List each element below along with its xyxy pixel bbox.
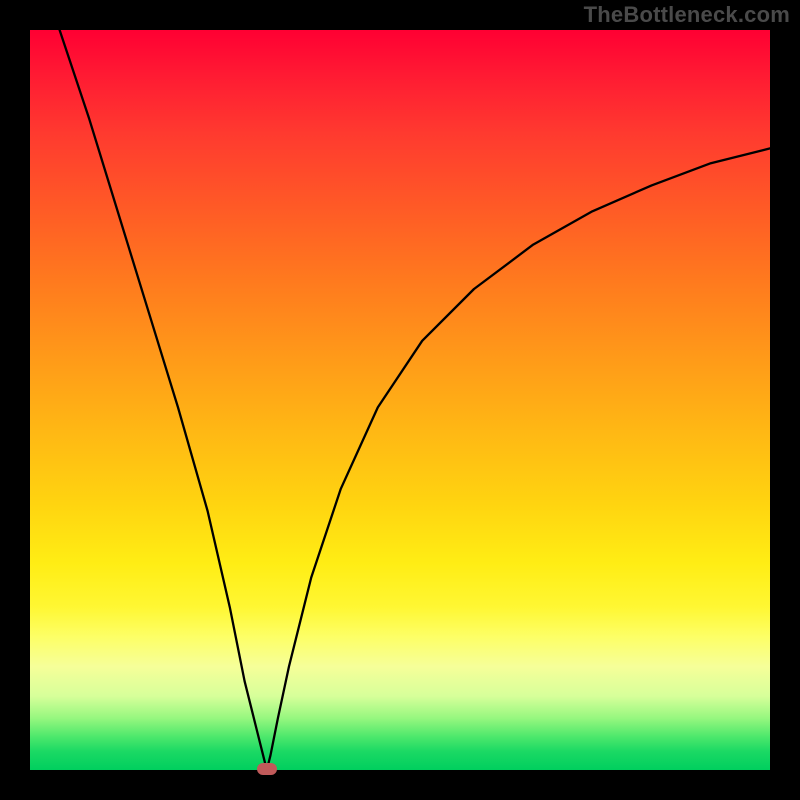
bottleneck-marker	[257, 763, 277, 775]
watermark-text: TheBottleneck.com	[584, 2, 790, 28]
plot-area	[30, 30, 770, 770]
curve-svg	[30, 30, 770, 770]
chart-container: TheBottleneck.com	[0, 0, 800, 800]
right-branch-path	[267, 148, 770, 770]
left-branch-path	[60, 30, 267, 770]
